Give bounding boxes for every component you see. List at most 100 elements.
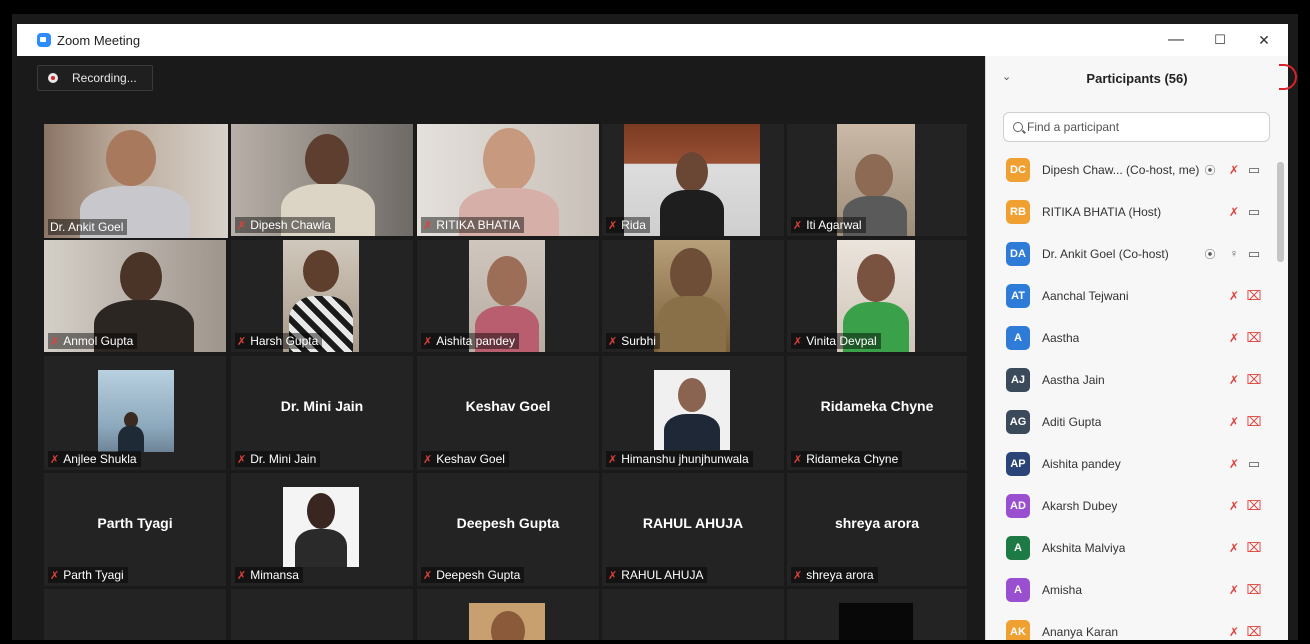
video-tile[interactable]: ✗ Anjlee Shukla <box>44 356 226 470</box>
video-tile[interactable] <box>417 589 599 640</box>
video-tile[interactable]: ✗ Aishita pandey <box>417 240 599 352</box>
tile-name-label: ✗ Anjlee Shukla <box>48 451 141 467</box>
avatar: RB <box>1006 200 1030 224</box>
recording-status-icon: ⦿ <box>1204 165 1216 177</box>
participant-row[interactable]: A Aastha ✗ ⌧ <box>1006 324 1270 352</box>
avatar: DA <box>1006 242 1030 266</box>
video-tile[interactable]: ✗ Rida <box>602 124 784 236</box>
mic-icon[interactable]: ♀ <box>1226 246 1242 262</box>
participant-search[interactable] <box>1003 112 1270 142</box>
mic-muted-icon[interactable]: ✗ <box>1226 624 1242 640</box>
mic-muted-icon[interactable]: ✗ <box>1226 204 1242 220</box>
window-title: Zoom Meeting <box>57 32 141 48</box>
mic-muted-icon: ✗ <box>237 453 247 466</box>
mic-muted-icon: ✗ <box>608 219 618 232</box>
video-tile[interactable]: ✗ RITIKA BHATIA <box>417 124 599 236</box>
video-tile[interactable]: shreya arora ✗ shreya arora <box>787 473 967 586</box>
maximize-button[interactable]: ☐ <box>1198 24 1242 56</box>
video-off-icon[interactable]: ⌧ <box>1246 330 1262 346</box>
window-titlebar: Zoom Meeting — ☐ ✕ <box>17 24 1288 56</box>
tile-display-name: Dr. Mini Jain <box>280 398 364 414</box>
video-off-icon[interactable]: ⌧ <box>1246 372 1262 388</box>
video-tile[interactable] <box>231 589 413 640</box>
participant-row[interactable]: RB RITIKA BHATIA (Host) ✗ ▭ <box>1006 198 1270 226</box>
tile-name-label: ✗ Deepesh Gupta <box>421 567 525 583</box>
mic-muted-icon[interactable]: ✗ <box>1226 330 1242 346</box>
mic-muted-icon[interactable]: ✗ <box>1226 498 1242 514</box>
participant-row[interactable]: A Amisha ✗ ⌧ <box>1006 576 1270 604</box>
participant-row[interactable]: A Akshita Malviya ✗ ⌧ <box>1006 534 1270 562</box>
video-off-icon[interactable]: ⌧ <box>1246 582 1262 598</box>
avatar: AJ <box>1006 368 1030 392</box>
video-tile[interactable] <box>787 589 967 640</box>
participant-row[interactable]: AD Akarsh Dubey ✗ ⌧ <box>1006 492 1270 520</box>
video-tile[interactable]: ✗ Anmol Gupta <box>44 240 226 352</box>
video-off-icon[interactable]: ⌧ <box>1246 414 1262 430</box>
mic-muted-icon[interactable]: ✗ <box>1226 162 1242 178</box>
mic-muted-icon[interactable]: ✗ <box>1226 288 1242 304</box>
participant-row[interactable]: AJ Aastha Jain ✗ ⌧ <box>1006 366 1270 394</box>
video-tile[interactable]: Dr. Ankit Goel <box>44 124 228 238</box>
video-off-icon[interactable]: ⌧ <box>1246 498 1262 514</box>
video-tile[interactable]: ✗ Iti Agarwal <box>787 124 967 236</box>
mic-muted-icon: ✗ <box>793 569 803 582</box>
participant-row[interactable]: DC Dipesh Chaw... (Co-host, me) ⦿ ✗ ▭ <box>1006 156 1270 184</box>
video-tile[interactable]: Deepesh Gupta ✗ Deepesh Gupta <box>417 473 599 586</box>
video-tile[interactable]: Ridameka Chyne ✗ Ridameka Chyne <box>787 356 967 470</box>
video-tile[interactable]: RAHUL AHUJA ✗ RAHUL AHUJA <box>602 473 784 586</box>
close-button[interactable]: ✕ <box>1242 24 1286 56</box>
video-tile[interactable] <box>44 589 226 640</box>
video-tile[interactable]: ✗ Harsh Gupta <box>231 240 413 352</box>
minimize-button[interactable]: — <box>1154 24 1198 56</box>
video-tile[interactable]: Parth Tyagi ✗ Parth Tyagi <box>44 473 226 586</box>
tile-name-label: ✗ Himanshu jhunjhunwala <box>606 451 753 467</box>
participant-row[interactable]: DA Dr. Ankit Goel (Co-host) ⦿ ♀ ▭ <box>1006 240 1270 268</box>
video-icon[interactable]: ▭ <box>1246 456 1262 472</box>
avatar: AD <box>1006 494 1030 518</box>
video-off-icon[interactable]: ⌧ <box>1246 624 1262 640</box>
tile-name-label: ✗ Vinita Devpal <box>791 333 881 349</box>
mic-muted-icon: ✗ <box>50 335 60 348</box>
video-tile[interactable]: ✗ Mimansa <box>231 473 413 586</box>
video-tile[interactable]: Dr. Mini Jain ✗ Dr. Mini Jain <box>231 356 413 470</box>
search-input[interactable] <box>1027 120 1247 134</box>
video-tile[interactable]: ✗ Surbhi <box>602 240 784 352</box>
recording-status-icon: ⦿ <box>1204 249 1216 261</box>
panel-scrollbar[interactable] <box>1277 162 1284 262</box>
avatar: A <box>1006 536 1030 560</box>
mic-muted-icon: ✗ <box>793 453 803 466</box>
mic-muted-icon[interactable]: ✗ <box>1226 414 1242 430</box>
video-tile[interactable]: Keshav Goel ✗ Keshav Goel <box>417 356 599 470</box>
participant-row[interactable]: AT Aanchal Tejwani ✗ ⌧ <box>1006 282 1270 310</box>
mic-muted-icon: ✗ <box>423 569 433 582</box>
participant-video <box>654 240 730 352</box>
participant-row[interactable]: AP Aishita pandey ✗ ▭ <box>1006 450 1270 478</box>
video-tile[interactable]: ✗ Vinita Devpal <box>787 240 967 352</box>
participant-row[interactable]: AK Ananya Karan ✗ ⌧ <box>1006 618 1270 640</box>
video-tile[interactable]: ✗ Himanshu jhunjhunwala <box>602 356 784 470</box>
tile-name-label: ✗ RITIKA BHATIA <box>421 217 525 233</box>
zoom-app-icon <box>37 33 51 47</box>
mic-muted-icon[interactable]: ✗ <box>1226 582 1242 598</box>
participant-name: Dipesh Chaw... (Co-host, me) <box>1042 163 1200 177</box>
mic-muted-icon: ✗ <box>50 569 60 582</box>
mic-muted-icon: ✗ <box>608 453 618 466</box>
recording-indicator[interactable]: Recording... <box>37 65 153 91</box>
mic-muted-icon[interactable]: ✗ <box>1226 372 1242 388</box>
mic-muted-icon[interactable]: ✗ <box>1226 540 1242 556</box>
video-icon[interactable]: ▭ <box>1246 246 1262 262</box>
search-icon <box>1013 122 1023 132</box>
participant-name: Ananya Karan <box>1042 625 1119 639</box>
video-tile[interactable]: ✗ Dipesh Chawla <box>231 124 413 236</box>
video-tile[interactable] <box>602 589 784 640</box>
mic-muted-icon: ✗ <box>50 453 60 466</box>
video-off-icon[interactable]: ⌧ <box>1246 288 1262 304</box>
mic-muted-icon: ✗ <box>237 569 247 582</box>
panel-header: ⌄ Participants (56) <box>986 56 1288 102</box>
participant-row[interactable]: AG Aditi Gupta ✗ ⌧ <box>1006 408 1270 436</box>
participant-name: Aastha Jain <box>1042 373 1105 387</box>
video-icon[interactable]: ▭ <box>1246 204 1262 220</box>
video-off-icon[interactable]: ⌧ <box>1246 540 1262 556</box>
video-icon[interactable]: ▭ <box>1246 162 1262 178</box>
mic-muted-icon[interactable]: ✗ <box>1226 456 1242 472</box>
